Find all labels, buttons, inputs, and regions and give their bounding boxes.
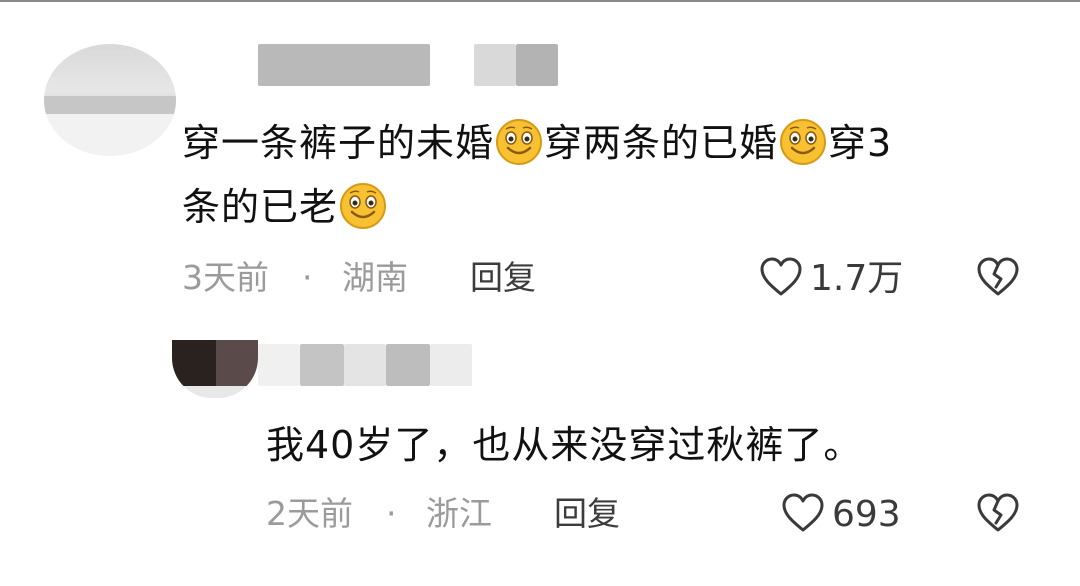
comment-text-line-1: 穿一条裤子的未婚 穿两条的已婚 穿3 — [182, 114, 892, 172]
reply-text: 我40岁了，也从来没穿过秋裤了。 — [266, 423, 863, 467]
meta-separator: · — [386, 494, 397, 533]
comment-time: 3天前 — [182, 258, 269, 297]
comment-location: 湖南 — [342, 258, 408, 297]
avatar[interactable] — [172, 340, 258, 398]
reply-button[interactable]: 回复 — [554, 494, 620, 534]
avatar[interactable] — [44, 44, 176, 156]
heart-outline-icon — [758, 256, 804, 302]
dislike-button[interactable] — [975, 256, 1021, 302]
broken-heart-icon — [975, 493, 1021, 538]
like-count: 693 — [832, 494, 901, 535]
comment-text-line-2: 条的已老 — [182, 178, 388, 236]
comment-location: 浙江 — [426, 494, 492, 533]
like-count: 1.7万 — [810, 258, 904, 299]
reply-button[interactable]: 回复 — [470, 258, 536, 298]
meta-separator: · — [302, 258, 313, 297]
smile-emoji-icon — [338, 181, 388, 231]
smile-emoji-icon — [494, 117, 544, 167]
like-button[interactable]: 693 — [780, 492, 901, 538]
heart-outline-icon — [780, 492, 826, 538]
broken-heart-icon — [975, 257, 1021, 302]
dislike-button[interactable] — [975, 492, 1021, 538]
comment-time: 2天前 — [266, 494, 353, 533]
smile-emoji-icon — [778, 117, 828, 167]
like-button[interactable]: 1.7万 — [758, 256, 903, 302]
top-divider — [0, 0, 1080, 2]
